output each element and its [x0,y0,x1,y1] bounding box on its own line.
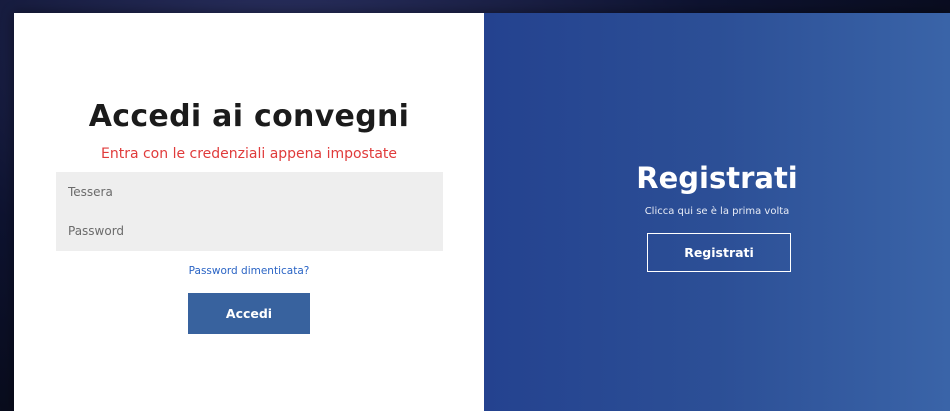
password-input[interactable] [56,211,443,250]
login-title: Accedi ai convegni [88,99,410,134]
login-card: Accedi ai convegni Entra con le credenzi… [14,13,950,411]
register-title: Registrati [636,161,798,195]
login-button[interactable]: Accedi [188,293,310,334]
register-panel: Registrati Clicca qui se è la prima volt… [484,13,950,411]
tessera-input[interactable] [56,172,443,211]
forgot-password-link[interactable]: Password dimenticata? [14,265,484,277]
login-subtitle: Entra con le credenziali appena impostat… [100,146,398,162]
login-panel: Accedi ai convegni Entra con le credenzi… [14,13,484,411]
register-subtitle: Clicca qui se è la prima volta [644,206,790,217]
credentials-fields [56,172,443,251]
register-button[interactable]: Registrati [647,233,791,272]
